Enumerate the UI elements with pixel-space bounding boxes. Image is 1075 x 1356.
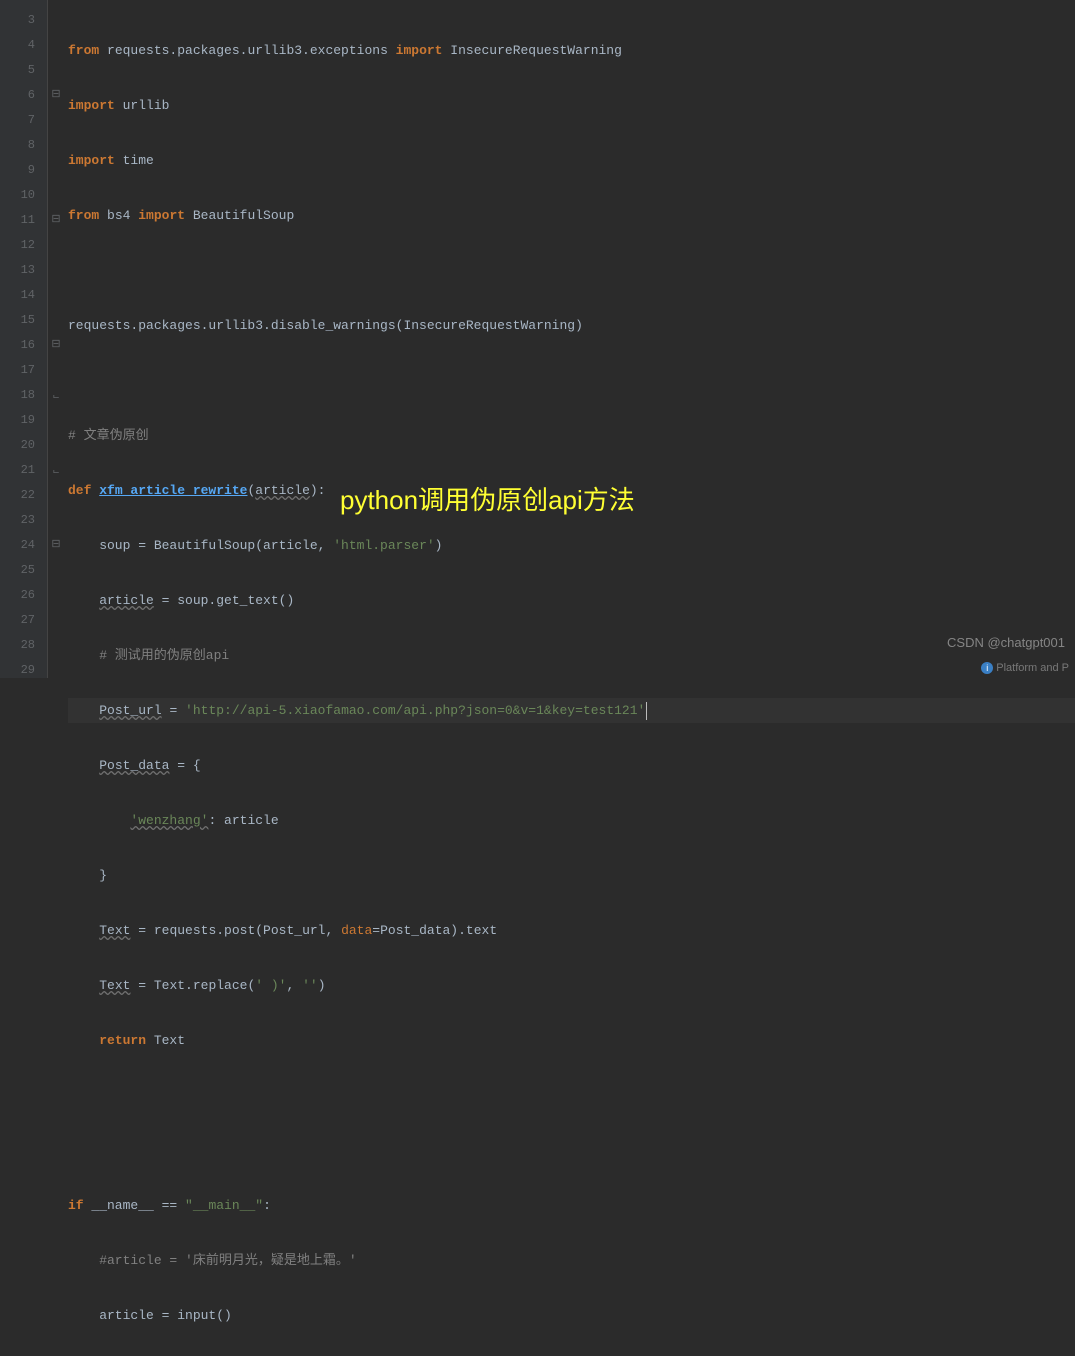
watermark-text: CSDN @chatgpt001 — [947, 635, 1065, 650]
code-line[interactable]: from bs4 import BeautifulSoup — [68, 203, 1075, 228]
line-number: 29 — [0, 658, 35, 683]
line-number: 27 — [0, 608, 35, 633]
code-line[interactable]: } — [68, 863, 1075, 888]
code-line[interactable]: article = input() — [68, 1303, 1075, 1328]
line-number: 10 — [0, 183, 35, 208]
code-line[interactable] — [68, 258, 1075, 283]
code-line[interactable] — [68, 1083, 1075, 1108]
line-number: 20 — [0, 433, 35, 458]
line-number: 3 — [0, 8, 35, 33]
code-line[interactable]: # 文章伪原创 — [68, 423, 1075, 448]
line-number: 28 — [0, 633, 35, 658]
fold-marker-icon[interactable] — [48, 533, 64, 558]
line-number: 13 — [0, 258, 35, 283]
line-number: 21 — [0, 458, 35, 483]
line-number: 12 — [0, 233, 35, 258]
line-number: 25 — [0, 558, 35, 583]
line-number: 17 — [0, 358, 35, 383]
code-area[interactable]: from requests.packages.urllib3.exception… — [64, 0, 1075, 678]
line-number: 9 — [0, 158, 35, 183]
line-number: 11 — [0, 208, 35, 233]
code-line[interactable]: if __name__ == "__main__": — [68, 1193, 1075, 1218]
status-text: Platform and P — [996, 662, 1069, 674]
line-number-gutter: 3 4 5 6 7 8 9 10 11 12 13 14 15 16 17 18… — [0, 0, 48, 678]
line-number: 15 — [0, 308, 35, 333]
code-line[interactable] — [68, 1138, 1075, 1163]
code-line[interactable]: soup = BeautifulSoup(article, 'html.pars… — [68, 533, 1075, 558]
line-number: 23 — [0, 508, 35, 533]
fold-marker-icon[interactable] — [48, 383, 64, 408]
fold-marker-icon[interactable] — [48, 83, 64, 108]
line-number: 8 — [0, 133, 35, 158]
code-line-current[interactable]: Post_url = 'http://api-5.xiaofamao.com/a… — [68, 698, 1075, 723]
code-line[interactable]: Text = Text.replace(' )', '') — [68, 973, 1075, 998]
code-line[interactable]: from requests.packages.urllib3.exception… — [68, 38, 1075, 63]
line-number: 22 — [0, 483, 35, 508]
code-line[interactable]: Post_data = { — [68, 753, 1075, 778]
code-line[interactable]: 'wenzhang': article — [68, 808, 1075, 833]
code-line[interactable] — [68, 368, 1075, 393]
status-bar: iPlatform and P — [981, 658, 1075, 678]
line-number: 4 — [0, 33, 35, 58]
line-number: 14 — [0, 283, 35, 308]
code-line[interactable]: #article = '床前明月光，疑是地上霜。' — [68, 1248, 1075, 1273]
code-line[interactable]: import urllib — [68, 93, 1075, 118]
line-number: 6 — [0, 83, 35, 108]
line-number: 16 — [0, 333, 35, 358]
text-caret — [646, 702, 647, 720]
fold-marker-icon[interactable] — [48, 208, 64, 233]
line-number: 19 — [0, 408, 35, 433]
code-line[interactable]: article = soup.get_text() — [68, 588, 1075, 613]
line-number: 5 — [0, 58, 35, 83]
code-line[interactable]: requests.packages.urllib3.disable_warnin… — [68, 313, 1075, 338]
code-line[interactable]: # 测试用的伪原创api — [68, 643, 1075, 668]
fold-marker-icon[interactable] — [48, 458, 64, 483]
fold-marker-icon[interactable] — [48, 333, 64, 358]
code-line[interactable]: import time — [68, 148, 1075, 173]
code-line[interactable]: return Text — [68, 1028, 1075, 1053]
code-editor[interactable]: 3 4 5 6 7 8 9 10 11 12 13 14 15 16 17 18… — [0, 0, 1075, 678]
info-icon: i — [981, 662, 993, 674]
line-number: 24 — [0, 533, 35, 558]
line-number: 18 — [0, 383, 35, 408]
line-number: 26 — [0, 583, 35, 608]
line-number: 7 — [0, 108, 35, 133]
code-line[interactable]: Text = requests.post(Post_url, data=Post… — [68, 918, 1075, 943]
code-line[interactable]: def xfm_article_rewrite(article): — [68, 478, 1075, 503]
fold-gutter[interactable] — [48, 0, 64, 678]
